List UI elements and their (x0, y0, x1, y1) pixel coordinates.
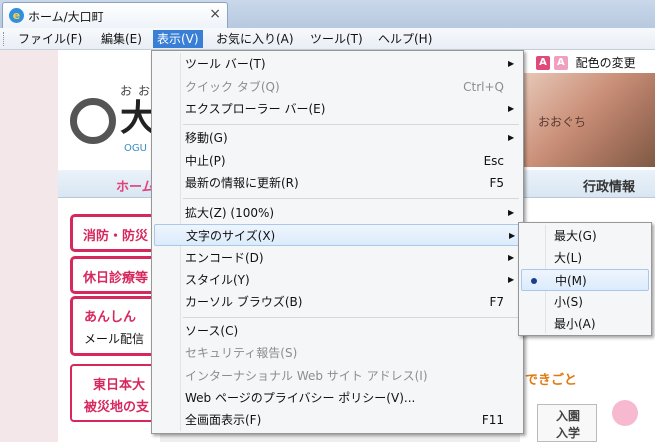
site-logo-icon (70, 98, 116, 144)
ie-logo-icon: e (9, 8, 24, 23)
menu-item-label: セキュリティ報告(S) (185, 346, 298, 360)
side-card-bousai-label: 消防・防災 (83, 229, 149, 244)
menu-help[interactable]: ヘルプ(H) (374, 30, 436, 48)
menu-item-shortcut: F11 (481, 413, 504, 427)
close-tab-icon[interactable]: × (209, 6, 221, 22)
menu-item-text-size[interactable]: 文字のサイズ(X) ▶ (154, 224, 521, 246)
menu-item-style[interactable]: スタイル(Y) ▶ (154, 269, 521, 291)
menu-item-label: ツール バー(T) (185, 57, 266, 71)
menu-item-international-address[interactable]: インターナショナル Web サイト アドレス(I) (154, 365, 521, 387)
submenu-arrow-icon: ▶ (508, 275, 515, 284)
menu-item-toolbar[interactable]: ツール バー(T) ▶ (154, 53, 521, 75)
menu-item-privacy-policy[interactable]: Web ページのプライバシー ポリシー(V)... (154, 387, 521, 409)
side-card-bousai[interactable]: 消防・防災 (70, 214, 160, 252)
text-size-larger[interactable]: 大(L) (521, 247, 649, 269)
submenu-item-label: 小(S) (554, 295, 583, 309)
text-small-button[interactable]: A (553, 56, 568, 70)
menu-item-label: 全画面表示(F) (185, 413, 262, 427)
anshin-card[interactable] (70, 296, 160, 356)
logo-english: OGU (124, 143, 147, 154)
nav-home-link[interactable]: ホーム (116, 176, 155, 195)
menu-item-label: ソース(C) (185, 324, 239, 338)
menu-item-label: 最新の情報に更新(R) (185, 176, 299, 190)
menu-edit[interactable]: 編集(E) (97, 30, 146, 48)
anshin-subtitle: メール配信 (84, 332, 145, 346)
menu-item-security-report[interactable]: セキュリティ報告(S) (154, 342, 521, 364)
text-size-largest[interactable]: 最大(G) (521, 225, 649, 247)
menu-item-label: 拡大(Z) (100%) (185, 206, 275, 220)
menu-item-explorer-bar[interactable]: エクスプローラー バー(E) ▶ (154, 98, 521, 120)
menu-item-label: スタイル(Y) (185, 273, 250, 287)
quake-line-2: 被災地の支 (84, 400, 150, 415)
toolbar-grip[interactable] (3, 32, 6, 46)
submenu-arrow-icon: ▶ (509, 231, 516, 240)
submenu-arrow-icon: ▶ (508, 59, 515, 68)
menu-item-label: 文字のサイズ(X) (186, 229, 276, 243)
menu-item-refresh[interactable]: 最新の情報に更新(R) F5 (154, 172, 521, 194)
view-menu-dropdown: ツール バー(T) ▶ クイック タブ(Q) Ctrl+Q エクスプローラー バ… (151, 50, 524, 434)
text-size-smallest[interactable]: 最小(A) (521, 313, 649, 335)
accessibility-bar: A A 配色の変更 (536, 54, 636, 74)
submenu-item-label: 中(M) (555, 274, 587, 288)
nyuen-line-2: 入学 (556, 426, 581, 440)
menu-item-zoom[interactable]: 拡大(Z) (100%) ▶ (154, 202, 521, 224)
submenu-arrow-icon: ▶ (508, 104, 515, 113)
menu-bar: ファイル(F) 編集(E) 表示(V) お気に入り(A) ツール(T) ヘルプ(… (0, 28, 655, 50)
submenu-item-label: 大(L) (554, 251, 583, 265)
menu-item-label: エンコード(D) (185, 251, 264, 265)
anshin-title: あんしん (84, 310, 137, 325)
menu-item-label: インターナショナル Web サイト アドレス(I) (185, 369, 428, 383)
menu-item-label: 移動(G) (185, 131, 228, 145)
submenu-item-label: 最大(G) (554, 229, 597, 243)
text-size-submenu: 最大(G) 大(L) 中(M) 小(S) 最小(A) (518, 222, 652, 336)
menu-item-shortcut: F5 (489, 176, 504, 190)
menu-item-label: エクスプローラー バー(E) (185, 102, 326, 116)
radio-selected-icon (531, 278, 537, 284)
submenu-item-label: 最小(A) (554, 317, 596, 331)
quake-line-1: 東日本大 (93, 378, 146, 393)
side-card-kyujitsu-label: 休日診療等 (83, 271, 149, 286)
text-size-medium[interactable]: 中(M) (521, 269, 649, 291)
nyuen-line-1: 入園 (556, 409, 581, 423)
menu-view[interactable]: 表示(V) (153, 30, 203, 48)
blossom-icon (612, 400, 638, 426)
submenu-arrow-icon: ▶ (508, 208, 515, 217)
submenu-arrow-icon: ▶ (508, 253, 515, 262)
menu-file[interactable]: ファイル(F) (14, 30, 86, 48)
menu-item-go[interactable]: 移動(G) ▶ (154, 127, 521, 149)
browser-titlebar: e ホーム/大口町 × (0, 0, 655, 28)
menu-tools[interactable]: ツール(T) (306, 30, 367, 48)
menu-item-stop[interactable]: 中止(P) Esc (154, 150, 521, 172)
menu-item-quick-tabs[interactable]: クイック タブ(Q) Ctrl+Q (154, 76, 521, 98)
text-size-smaller[interactable]: 小(S) (521, 291, 649, 313)
menu-item-label: クイック タブ(Q) (185, 80, 280, 94)
menu-item-source[interactable]: ソース(C) (154, 320, 521, 342)
browser-tab[interactable]: e ホーム/大口町 × (2, 2, 228, 28)
menu-item-encoding[interactable]: エンコード(D) ▶ (154, 247, 521, 269)
banner-text: おおぐち (538, 115, 587, 129)
color-change-link[interactable]: 配色の変更 (576, 56, 636, 70)
menu-item-shortcut: Esc (483, 154, 504, 168)
menu-item-shortcut: F7 (489, 295, 504, 309)
menu-item-label: Web ページのプライバシー ポリシー(V)... (185, 391, 416, 405)
menu-item-label: 中止(P) (185, 154, 226, 168)
side-card-kyujitsu[interactable]: 休日診療等 (70, 256, 160, 294)
menu-item-label: カーソル ブラウズ(B) (185, 295, 303, 309)
text-large-button[interactable]: A (536, 56, 550, 70)
menu-separator (183, 198, 519, 199)
menu-item-shortcut: Ctrl+Q (463, 80, 504, 94)
submenu-arrow-icon: ▶ (508, 133, 515, 142)
menu-item-full-screen[interactable]: 全画面表示(F) F11 (154, 409, 521, 431)
menu-item-caret-browsing[interactable]: カーソル ブラウズ(B) F7 (154, 291, 521, 313)
menu-separator (183, 124, 519, 125)
menu-separator (183, 317, 519, 318)
menu-favorites[interactable]: お気に入り(A) (212, 30, 298, 48)
nav-gyosei-link[interactable]: 行政情報 (583, 176, 635, 195)
tab-title: ホーム/大口町 (28, 10, 104, 24)
